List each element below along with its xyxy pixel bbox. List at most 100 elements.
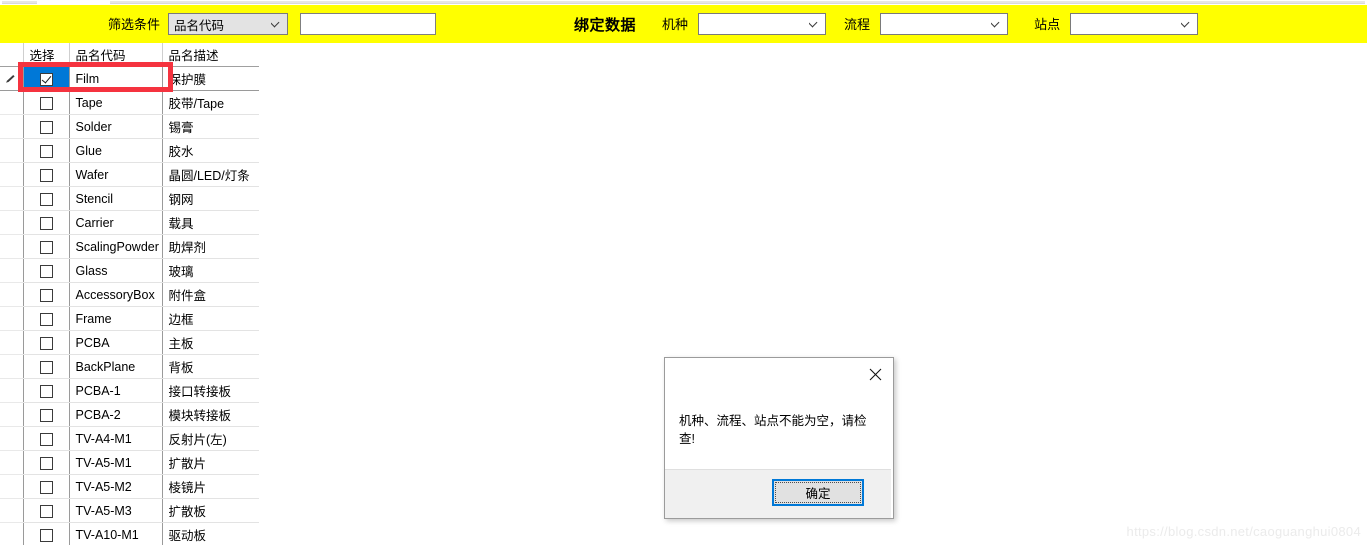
row-select-checkbox-cell[interactable] — [23, 426, 70, 451]
cell-product-code[interactable]: PCBA-1 — [69, 378, 163, 403]
cell-product-code[interactable]: AccessoryBox — [69, 282, 163, 307]
row-select-checkbox-cell[interactable] — [23, 114, 70, 139]
checkbox-icon[interactable] — [39, 456, 53, 470]
cell-product-desc[interactable]: 背板 — [162, 354, 259, 379]
checkbox-icon[interactable] — [39, 336, 53, 350]
cell-product-code[interactable]: TV-A5-M1 — [69, 450, 163, 475]
table-row[interactable]: Frame 边框 — [0, 306, 259, 331]
cell-product-desc[interactable]: 主板 — [162, 330, 259, 355]
row-handle[interactable] — [0, 210, 24, 235]
cell-product-desc[interactable]: 附件盒 — [162, 282, 259, 307]
cell-product-desc[interactable]: 保护膜 — [162, 66, 259, 91]
row-select-checkbox-cell[interactable] — [23, 66, 70, 91]
row-handle[interactable] — [0, 498, 24, 523]
checkbox-icon[interactable] — [39, 480, 53, 494]
checkbox-icon[interactable] — [39, 528, 53, 542]
cell-product-code[interactable]: Tape — [69, 90, 163, 115]
row-select-checkbox-cell[interactable] — [23, 402, 70, 427]
row-handle[interactable] — [0, 522, 24, 545]
row-select-checkbox-cell[interactable] — [23, 282, 70, 307]
checkbox-icon[interactable] — [39, 504, 53, 518]
row-handle[interactable] — [0, 402, 24, 427]
row-select-checkbox-cell[interactable] — [23, 162, 70, 187]
checkbox-icon[interactable] — [39, 312, 53, 326]
cell-product-desc[interactable]: 胶水 — [162, 138, 259, 163]
row-select-checkbox-cell[interactable] — [23, 186, 70, 211]
close-icon[interactable] — [861, 363, 889, 385]
cell-product-desc[interactable]: 助焊剂 — [162, 234, 259, 259]
cell-product-desc[interactable]: 载具 — [162, 210, 259, 235]
grid-header-code[interactable]: 品名代码 — [69, 43, 163, 67]
cell-product-desc[interactable]: 反射片(左) — [162, 426, 259, 451]
checkbox-icon[interactable] — [39, 360, 53, 374]
table-row[interactable]: TV-A5-M3 扩散板 — [0, 498, 259, 523]
grid-header-select[interactable]: 选择 — [23, 43, 70, 67]
row-handle[interactable] — [0, 162, 24, 187]
row-handle[interactable] — [0, 138, 24, 163]
cell-product-desc[interactable]: 锡膏 — [162, 114, 259, 139]
row-select-checkbox-cell[interactable] — [23, 258, 70, 283]
row-handle[interactable] — [0, 234, 24, 259]
checkbox-icon[interactable] — [39, 432, 53, 446]
table-row[interactable]: Glass 玻璃 — [0, 258, 259, 283]
checkbox-icon[interactable] — [39, 120, 53, 134]
table-row[interactable]: Glue 胶水 — [0, 138, 259, 163]
cell-product-code[interactable]: Wafer — [69, 162, 163, 187]
cell-product-desc[interactable]: 接口转接板 — [162, 378, 259, 403]
cell-product-code[interactable]: BackPlane — [69, 354, 163, 379]
cell-product-desc[interactable]: 钢网 — [162, 186, 259, 211]
checkbox-icon[interactable] — [39, 288, 53, 302]
row-handle[interactable] — [0, 186, 24, 211]
cell-product-code[interactable]: TV-A5-M2 — [69, 474, 163, 499]
model-combo[interactable] — [698, 13, 827, 35]
cell-product-desc[interactable]: 玻璃 — [162, 258, 259, 283]
checkbox-icon[interactable] — [39, 192, 53, 206]
checkbox-icon[interactable] — [39, 144, 53, 158]
row-handle[interactable] — [0, 282, 24, 307]
row-handle[interactable] — [0, 90, 24, 115]
cell-product-code[interactable]: Glue — [69, 138, 163, 163]
table-row[interactable]: PCBA-2 模块转接板 — [0, 402, 259, 427]
row-select-checkbox-cell[interactable] — [23, 138, 70, 163]
cell-product-code[interactable]: TV-A4-M1 — [69, 426, 163, 451]
table-row[interactable]: Carrier 载具 — [0, 210, 259, 235]
table-row[interactable]: TV-A4-M1 反射片(左) — [0, 426, 259, 451]
checkbox-icon[interactable] — [39, 408, 53, 422]
cell-product-desc[interactable]: 模块转接板 — [162, 402, 259, 427]
row-handle[interactable] — [0, 474, 24, 499]
table-row[interactable]: AccessoryBox 附件盒 — [0, 282, 259, 307]
cell-product-desc[interactable]: 扩散板 — [162, 498, 259, 523]
table-row[interactable]: Film 保护膜 — [0, 66, 259, 91]
table-row[interactable]: TV-A5-M2 棱镜片 — [0, 474, 259, 499]
cell-product-code[interactable]: TV-A10-M1 — [69, 522, 163, 545]
checkbox-icon[interactable] — [39, 240, 53, 254]
checkbox-icon[interactable] — [39, 72, 53, 86]
cell-product-desc[interactable]: 胶带/Tape — [162, 90, 259, 115]
table-row[interactable]: TV-A5-M1 扩散片 — [0, 450, 259, 475]
cell-product-code[interactable]: PCBA-2 — [69, 402, 163, 427]
checkbox-icon[interactable] — [39, 216, 53, 230]
row-handle[interactable] — [0, 450, 24, 475]
cell-product-code[interactable]: Solder — [69, 114, 163, 139]
cell-product-code[interactable]: Carrier — [69, 210, 163, 235]
row-select-checkbox-cell[interactable] — [23, 330, 70, 355]
row-select-checkbox-cell[interactable] — [23, 306, 70, 331]
checkbox-icon[interactable] — [39, 168, 53, 182]
cell-product-desc[interactable]: 边框 — [162, 306, 259, 331]
row-select-checkbox-cell[interactable] — [23, 522, 70, 545]
row-handle[interactable] — [0, 330, 24, 355]
cell-product-desc[interactable]: 晶圆/LED/灯条 — [162, 162, 259, 187]
checkbox-icon[interactable] — [39, 384, 53, 398]
cell-product-code[interactable]: PCBA — [69, 330, 163, 355]
row-handle[interactable] — [0, 66, 24, 91]
filter-keyword-input[interactable] — [300, 13, 437, 35]
row-select-checkbox-cell[interactable] — [23, 234, 70, 259]
table-row[interactable]: Wafer 晶圆/LED/灯条 — [0, 162, 259, 187]
row-select-checkbox-cell[interactable] — [23, 498, 70, 523]
product-grid[interactable]: 选择 品名代码 品名描述 Film 保护膜 Tape 胶带/Tape Solder 锡膏 G… — [0, 43, 259, 545]
checkbox-icon[interactable] — [39, 96, 53, 110]
row-handle[interactable] — [0, 114, 24, 139]
checkbox-icon[interactable] — [39, 264, 53, 278]
table-row[interactable]: Solder 锡膏 — [0, 114, 259, 139]
confirm-button[interactable]: 确定 — [772, 479, 864, 506]
